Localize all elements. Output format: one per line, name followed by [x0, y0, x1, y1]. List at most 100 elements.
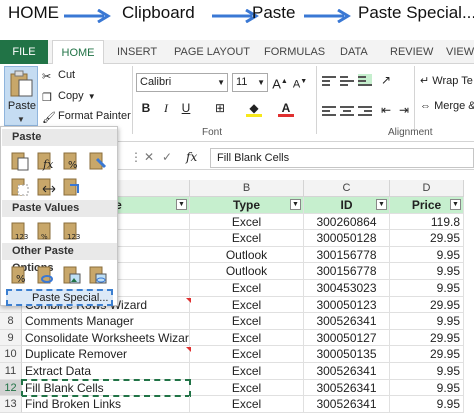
cell-price[interactable]: 119.8: [390, 213, 464, 231]
values-number-format-icon[interactable]: %: [35, 219, 57, 241]
cell-price[interactable]: 9.95: [390, 363, 464, 380]
tab-page-layout[interactable]: PAGE LAYOUT: [174, 40, 250, 64]
cell-type[interactable]: Excel: [190, 280, 304, 297]
values-source-formatting-icon[interactable]: 123: [61, 219, 83, 241]
italic-icon[interactable]: I: [158, 100, 174, 116]
tab-formulas[interactable]: FORMULAS: [264, 40, 325, 64]
picture-icon[interactable]: [61, 263, 83, 285]
cell-name[interactable]: Comments Manager: [22, 313, 190, 330]
cell-name[interactable]: Find Broken Links: [22, 396, 190, 413]
font-name-select[interactable]: Calibri ▼: [136, 73, 228, 92]
font-size-select[interactable]: 11 ▼: [232, 73, 268, 92]
row-header[interactable]: 8: [0, 313, 22, 330]
row-header[interactable]: 11: [0, 363, 22, 380]
cell-type[interactable]: Excel: [190, 363, 304, 380]
row-header[interactable]: 12: [0, 379, 22, 397]
align-center-icon[interactable]: [340, 104, 354, 116]
cell-id[interactable]: 300156778: [304, 246, 390, 264]
row-header[interactable]: 10: [0, 346, 22, 363]
decrease-indent-icon[interactable]: ⇤: [378, 102, 394, 118]
filter-dropdown-icon[interactable]: ▼: [290, 199, 301, 210]
column-header-b[interactable]: B: [190, 180, 304, 197]
row-header[interactable]: 13: [0, 396, 22, 413]
keep-column-widths-icon[interactable]: [35, 175, 57, 197]
merge-button[interactable]: ⇔ Merge &: [420, 100, 474, 112]
cell-type[interactable]: Excel: [190, 313, 304, 330]
cell-price[interactable]: 9.95: [390, 263, 464, 280]
copy-button[interactable]: ❐ Copy ▼: [42, 87, 96, 105]
tab-insert[interactable]: INSERT: [117, 40, 157, 64]
linked-picture-icon[interactable]: [87, 263, 109, 285]
cell-price[interactable]: 29.95: [390, 296, 464, 314]
align-left-icon[interactable]: [322, 104, 336, 116]
shrink-font-icon[interactable]: A▼: [292, 74, 308, 93]
cell-type[interactable]: Excel: [190, 296, 304, 314]
tab-view[interactable]: VIEW: [446, 40, 474, 64]
align-bottom-icon[interactable]: [358, 74, 372, 86]
tab-data[interactable]: DATA: [340, 40, 368, 64]
align-top-icon[interactable]: [322, 74, 336, 86]
cell-price[interactable]: 9.95: [390, 280, 464, 297]
paste-link-icon[interactable]: [35, 263, 57, 285]
tab-review[interactable]: REVIEW: [390, 40, 433, 64]
tab-file[interactable]: FILE: [0, 40, 48, 64]
tab-home[interactable]: HOME: [52, 40, 104, 65]
keep-source-formatting-icon[interactable]: [87, 149, 109, 171]
underline-icon[interactable]: U: [178, 100, 194, 116]
cell-price[interactable]: 29.95: [390, 329, 464, 347]
cell-name[interactable]: Consolidate Worksheets Wizard: [22, 329, 190, 347]
filter-dropdown-icon[interactable]: ▼: [176, 199, 187, 210]
cell-price[interactable]: 9.95: [390, 396, 464, 413]
align-right-icon[interactable]: [358, 104, 372, 116]
wrap-text-button[interactable]: ↵ Wrap Te: [420, 74, 473, 87]
cell-type[interactable]: Outlook: [190, 246, 304, 264]
column-header-c[interactable]: C: [304, 180, 390, 197]
cell-id[interactable]: 300526341: [304, 396, 390, 413]
cell-price[interactable]: 9.95: [390, 246, 464, 264]
increase-indent-icon[interactable]: ⇥: [396, 102, 412, 118]
paste-values-icon[interactable]: 123: [9, 219, 31, 241]
cell-price[interactable]: 29.95: [390, 346, 464, 363]
cell-type[interactable]: Excel: [190, 346, 304, 363]
transpose-icon[interactable]: [61, 175, 83, 197]
fill-color-icon[interactable]: ◆: [246, 100, 262, 117]
cell-id[interactable]: 300526341: [304, 379, 390, 397]
orientation-icon[interactable]: ↗: [378, 72, 394, 88]
cell-type[interactable]: Excel: [190, 213, 304, 231]
align-middle-icon[interactable]: [340, 74, 354, 86]
cell-id[interactable]: 300526341: [304, 363, 390, 380]
font-color-icon[interactable]: A: [278, 100, 294, 117]
paste-special-menu-item[interactable]: Paste Special...: [6, 289, 113, 306]
cell-id[interactable]: 300453023: [304, 280, 390, 297]
cell-id[interactable]: 300050128: [304, 230, 390, 247]
cell-name[interactable]: Extract Data: [22, 363, 190, 380]
paste-icon[interactable]: [9, 149, 31, 171]
borders-icon[interactable]: ⊞: [212, 100, 228, 116]
enter-icon[interactable]: ✓: [162, 150, 172, 164]
cell-price[interactable]: 29.95: [390, 230, 464, 247]
insert-function-icon[interactable]: fx: [186, 150, 197, 164]
cell-type[interactable]: Excel: [190, 396, 304, 413]
formatting-icon[interactable]: %: [9, 263, 31, 285]
filter-dropdown-icon[interactable]: ▼: [376, 199, 387, 210]
bold-icon[interactable]: B: [138, 100, 154, 116]
format-painter-button[interactable]: 🖌 Format Painter: [42, 107, 131, 125]
cell-id[interactable]: 300526341: [304, 313, 390, 330]
header-type[interactable]: Type: [190, 197, 304, 214]
cell-id[interactable]: 300156778: [304, 263, 390, 280]
cell-id[interactable]: 300050127: [304, 329, 390, 347]
no-borders-icon[interactable]: [9, 175, 31, 197]
cell-type[interactable]: Excel: [190, 379, 304, 397]
cell-price[interactable]: 9.95: [390, 379, 464, 397]
cut-button[interactable]: ✂ Cut: [42, 66, 75, 84]
cancel-icon[interactable]: ✕: [144, 150, 154, 164]
cell-type[interactable]: Outlook: [190, 263, 304, 280]
column-header-d[interactable]: D: [390, 180, 464, 197]
paste-formulas-number-format-icon[interactable]: %: [61, 149, 83, 171]
cell-id[interactable]: 300260864: [304, 213, 390, 231]
paste-formulas-icon[interactable]: fx: [35, 149, 57, 171]
filter-dropdown-icon[interactable]: ▼: [450, 199, 461, 210]
grow-font-icon[interactable]: A▲: [272, 74, 288, 92]
cell-id[interactable]: 300050123: [304, 296, 390, 314]
cell-type[interactable]: Excel: [190, 230, 304, 247]
